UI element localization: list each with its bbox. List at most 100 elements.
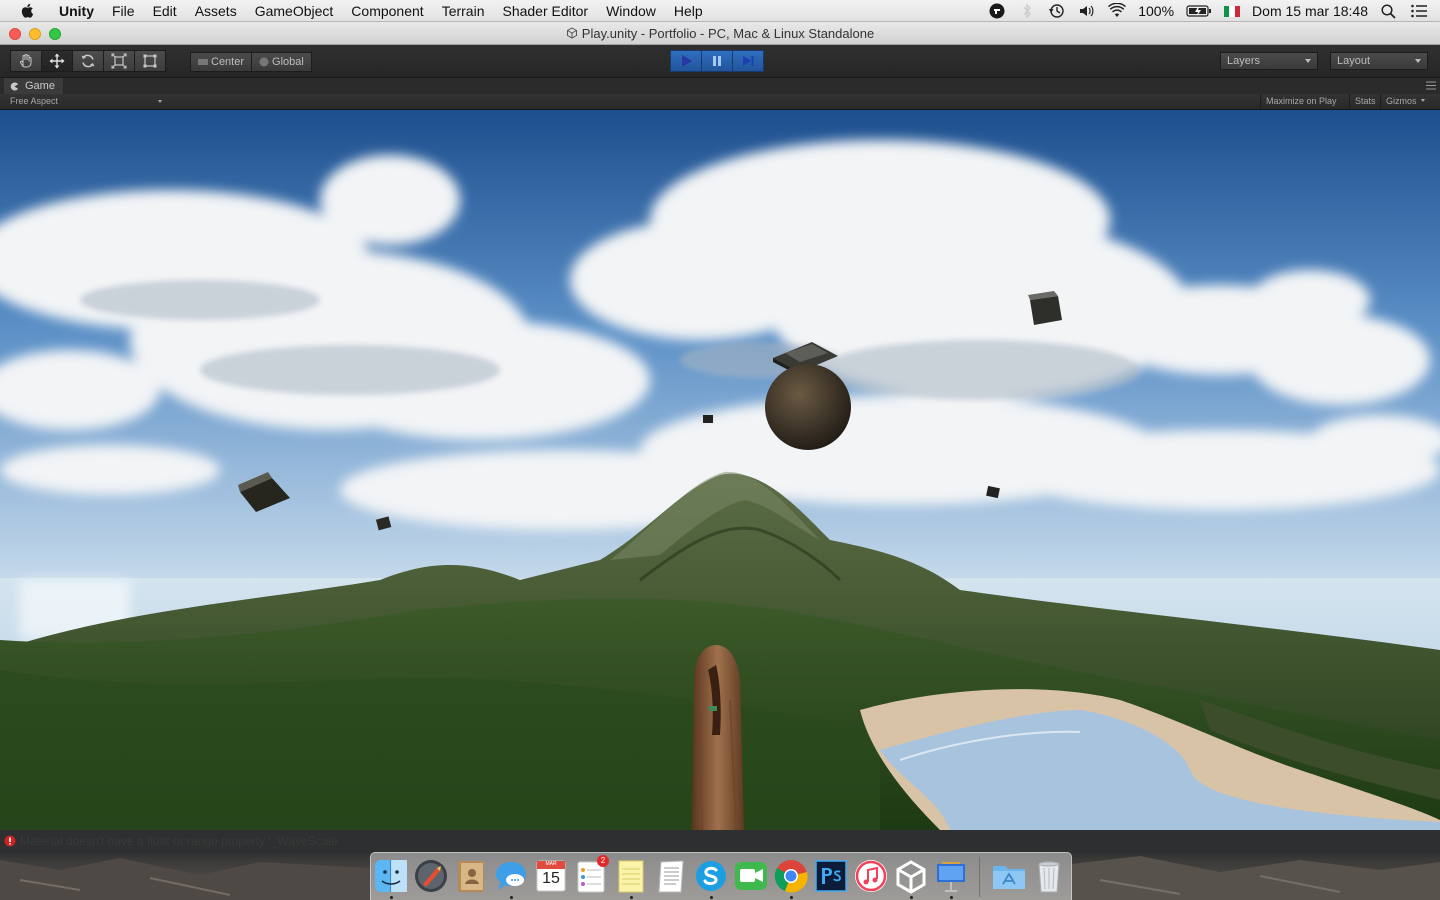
chevron-down-icon (1420, 99, 1425, 102)
running-indicator (790, 896, 793, 899)
notification-center-icon[interactable] (1410, 3, 1428, 19)
photoshop-icon[interactable] (813, 858, 849, 894)
layout-dropdown[interactable]: Layout (1330, 52, 1428, 70)
menu-bar: Unity File Edit Assets GameObject Compon… (0, 0, 1440, 22)
play-button[interactable] (670, 50, 702, 72)
rect-tool-button[interactable] (134, 50, 166, 72)
calendar-day: 15 (542, 870, 560, 887)
console-message[interactable]: Material doesn't have a float or range p… (4, 834, 340, 848)
move-tool-icon (49, 53, 65, 69)
aspect-label: Free Aspect (10, 96, 59, 106)
global-icon (259, 57, 269, 67)
trash-icon[interactable] (1031, 858, 1067, 894)
contacts-icon[interactable] (453, 858, 489, 894)
reminders-badge: 2 (597, 855, 609, 867)
skype-icon[interactable] (693, 858, 729, 894)
bluetooth-icon[interactable] (1018, 3, 1036, 19)
spotlight-icon[interactable] (1380, 3, 1398, 19)
battery-icon[interactable] (1186, 3, 1212, 19)
menu-component[interactable]: Component (342, 0, 432, 22)
running-indicator (710, 896, 713, 899)
battery-percent: 100% (1138, 3, 1175, 19)
window-title-text: Play.unity - Portfolio - PC, Mac & Linux… (581, 26, 875, 41)
maximize-on-play-label: Maximize on Play (1266, 96, 1337, 106)
transform-tools (10, 50, 166, 72)
game-viewport[interactable] (0, 110, 1440, 830)
move-tool-button[interactable] (41, 50, 72, 72)
messages-icon[interactable] (493, 858, 529, 894)
pacman-game-icon (10, 81, 19, 91)
itunes-icon[interactable] (853, 858, 889, 894)
launchpad-icon[interactable] (413, 858, 449, 894)
notes-icon[interactable] (613, 858, 649, 894)
wooden-post (692, 645, 744, 830)
gizmos-label: Gizmos (1386, 96, 1417, 106)
game-view-tab-strip: Game (0, 78, 1440, 94)
clock[interactable]: Dom 15 mar 18:48 (1252, 3, 1368, 19)
aspect-dropdown[interactable]: Free Aspect (6, 94, 164, 109)
dock-separator (979, 857, 980, 897)
rotate-tool-button[interactable] (72, 50, 103, 72)
floating-cube (703, 415, 713, 423)
player-ball (765, 364, 851, 450)
chevron-down-icon (158, 100, 162, 103)
menu-terrain[interactable]: Terrain (433, 0, 494, 22)
rect-tool-icon (143, 54, 157, 68)
pivot-center-icon (198, 59, 208, 65)
rotate-tool-icon (81, 54, 95, 68)
tab-game[interactable]: Game (4, 78, 63, 94)
menu-gameobject[interactable]: GameObject (246, 0, 343, 22)
dock: MAR 15 2 (370, 852, 1072, 900)
wifi-icon[interactable] (1108, 3, 1127, 19)
applications-folder-icon[interactable] (991, 858, 1027, 894)
menu-file[interactable]: File (103, 0, 144, 22)
play-controls (670, 50, 764, 72)
menu-edit[interactable]: Edit (144, 0, 186, 22)
menu-shader-editor[interactable]: Shader Editor (493, 0, 597, 22)
pivot-rotation-button[interactable]: Global (252, 52, 312, 72)
running-indicator (950, 896, 953, 899)
evernote-icon[interactable] (988, 3, 1006, 19)
running-indicator (390, 896, 393, 899)
window-title-bar: Play.unity - Portfolio - PC, Mac & Linux… (0, 22, 1440, 45)
menu-window[interactable]: Window (597, 0, 665, 22)
scale-tool-button[interactable] (103, 50, 134, 72)
textedit-icon[interactable] (653, 858, 689, 894)
pause-icon (713, 56, 721, 66)
gizmos-dropdown[interactable]: Gizmos (1380, 94, 1430, 109)
hand-tool-icon (19, 54, 32, 68)
panel-menu-icon[interactable] (1426, 81, 1436, 90)
layers-dropdown[interactable]: Layers (1220, 52, 1318, 70)
apple-icon[interactable] (20, 2, 36, 19)
time-machine-icon[interactable] (1048, 3, 1066, 19)
game-render (0, 110, 1440, 830)
play-icon (682, 55, 692, 67)
maximize-on-play-button[interactable]: Maximize on Play (1260, 94, 1342, 109)
unity-scene-file-icon (566, 27, 577, 39)
hand-tool-button[interactable] (10, 50, 41, 72)
step-button[interactable] (733, 50, 764, 72)
italian-flag-icon[interactable] (1224, 5, 1241, 17)
unity-toolbar: Center Global Layers Layout (0, 45, 1440, 78)
menu-help[interactable]: Help (665, 0, 712, 22)
unity-icon[interactable] (893, 858, 929, 894)
menu-unity[interactable]: Unity (50, 0, 103, 22)
volume-icon[interactable] (1078, 3, 1096, 19)
game-view-toolbar: Free Aspect Maximize on Play Stats Gizmo… (0, 94, 1440, 110)
pause-button[interactable] (702, 50, 733, 72)
layers-label: Layers (1227, 55, 1261, 67)
running-indicator (510, 896, 513, 899)
keynote-icon[interactable] (933, 858, 969, 894)
photoshop-tile-icon (815, 860, 847, 892)
pivot-mode-label: Center (211, 56, 245, 68)
finder-icon[interactable] (373, 858, 409, 894)
calendar-icon[interactable]: MAR 15 (533, 858, 569, 894)
running-indicator (910, 896, 913, 899)
reminders-icon[interactable]: 2 (573, 855, 609, 894)
pivot-mode-button[interactable]: Center (190, 52, 253, 72)
chrome-icon[interactable] (773, 858, 809, 894)
facetime-icon[interactable] (733, 858, 769, 894)
menu-assets[interactable]: Assets (186, 0, 246, 22)
error-icon (4, 835, 16, 847)
stats-button[interactable]: Stats (1349, 94, 1381, 109)
